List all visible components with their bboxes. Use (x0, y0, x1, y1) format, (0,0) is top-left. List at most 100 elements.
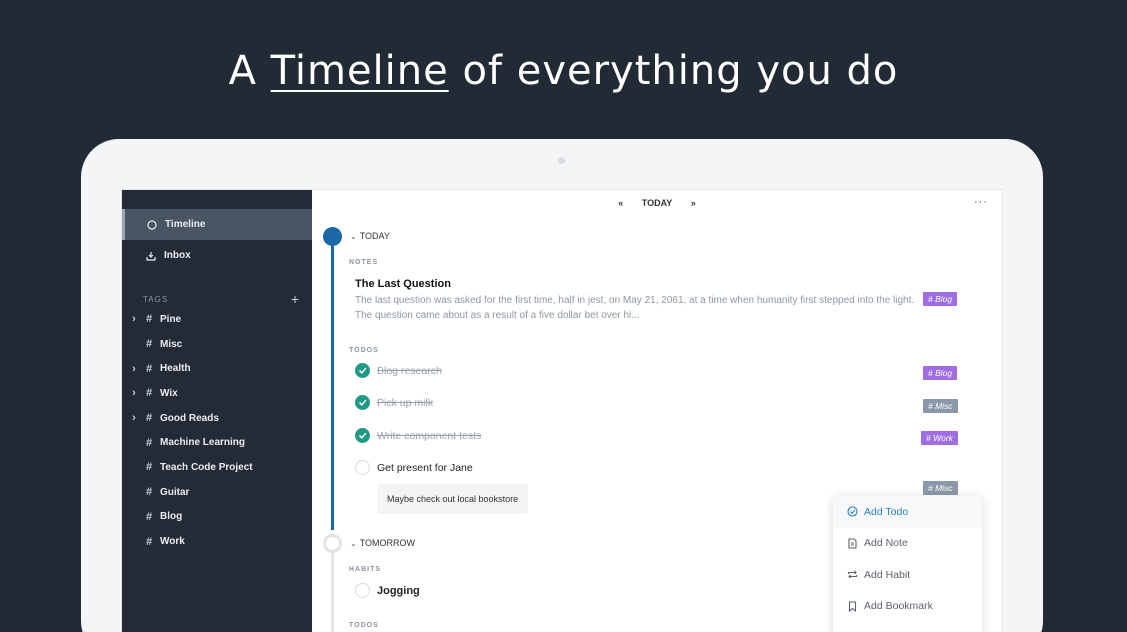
note-title[interactable]: The Last Question (355, 278, 451, 290)
tag-label: Guitar (160, 486, 190, 498)
note-body: The last question was asked for the firs… (355, 295, 915, 321)
nav-label: Inbox (164, 250, 191, 261)
todo-item[interactable]: Blog research (355, 363, 442, 378)
hash-icon: # (146, 510, 153, 523)
sidebar-tag-item[interactable]: › # Good Reads (122, 406, 312, 431)
chevron-right-icon[interactable]: › (122, 313, 146, 325)
tag-label: Blog (160, 511, 183, 523)
todo-tag-badge[interactable]: # Blog (923, 366, 958, 380)
checkmark-icon[interactable] (355, 428, 370, 443)
tag-label: Teach Code Project (160, 461, 253, 473)
day-label: TOMORROW (359, 538, 416, 548)
sidebar-tag-item[interactable]: # Guitar (122, 480, 312, 505)
hash-icon: # (146, 461, 153, 474)
tag-label: Good Reads (160, 412, 219, 424)
day-label: TODAY (359, 231, 390, 241)
chevron-right-icon[interactable]: › (122, 387, 146, 399)
date-navigator: « TODAY » (312, 198, 1002, 212)
hash-icon: # (146, 436, 153, 449)
camera-dot (558, 157, 565, 164)
app-screen: Timeline Inbox TAGS + › # Pine # Misc › # Healt… (121, 189, 1003, 632)
todos-header-tomorrow: TODOS (349, 622, 379, 629)
sidebar-tag-item[interactable]: # Misc (122, 332, 312, 357)
todo-tag-badge[interactable]: # Work (921, 431, 958, 445)
hash-icon: # (146, 535, 153, 548)
chevron-down-icon: ⌄ (350, 538, 357, 548)
hero-prefix: A (228, 48, 271, 94)
todos-header: TODOS (349, 347, 379, 354)
add-note-menu-item[interactable]: Add Note (833, 528, 982, 560)
checkmark-icon[interactable] (355, 363, 370, 378)
nav-item-inbox[interactable]: Inbox (122, 240, 312, 271)
hash-icon: # (146, 486, 153, 499)
tag-label: Wix (160, 387, 178, 399)
hash-icon: # (146, 412, 153, 425)
todo-tag-badge[interactable]: # Misc (923, 481, 958, 495)
todo-text: Pick up milk (377, 396, 434, 409)
hash-icon: # (146, 387, 153, 400)
chevron-right-icon[interactable]: › (122, 363, 146, 375)
hash-icon: # (146, 362, 153, 375)
tag-label: Pine (160, 313, 182, 325)
document-icon (846, 537, 858, 549)
add-menu: Add Todo Add Note Add Habit Add Bookmark (833, 496, 982, 632)
menu-label: Add Habit (864, 568, 911, 581)
habit-item[interactable]: Jogging (355, 583, 420, 598)
habit-text: Jogging (377, 584, 420, 597)
sidebar-tag-item[interactable]: # Machine Learning (122, 430, 312, 455)
bookmark-icon (846, 600, 858, 612)
add-todo-menu-item[interactable]: Add Todo (833, 496, 982, 528)
tags-header: TAGS + (122, 291, 312, 307)
menu-label: Add Todo (864, 505, 909, 518)
more-options-icon[interactable]: ··· (974, 196, 988, 208)
current-date-label[interactable]: TODAY (642, 198, 673, 208)
todo-text: Blog research (377, 364, 442, 377)
hero-heading: A Timeline of everything you do (0, 48, 1127, 94)
sidebar: Timeline Inbox TAGS + › # Pine # Misc › # Healt… (122, 190, 312, 632)
todo-tag-badge[interactable]: # Misc (923, 399, 958, 413)
circle-icon (145, 219, 159, 230)
todo-subnote[interactable]: Maybe check out local bookstore (377, 484, 529, 514)
sidebar-tag-item[interactable]: › # Health (122, 356, 312, 381)
habits-header: HABITS (349, 566, 382, 573)
menu-label: Add Note (864, 537, 908, 550)
todo-item[interactable]: Write component tests (355, 428, 481, 443)
timeline-line-tomorrow (331, 552, 334, 632)
day-header-today[interactable]: ⌄ TODAY (350, 231, 390, 241)
nav-item-timeline[interactable]: Timeline (122, 209, 312, 240)
tag-label: Machine Learning (160, 437, 246, 449)
timeline-line-today (331, 244, 334, 530)
repeat-icon (846, 569, 858, 581)
hash-icon: # (146, 338, 153, 351)
hash-icon: # (146, 313, 153, 326)
checkbox-circle-icon[interactable] (355, 460, 370, 475)
inbox-icon (144, 251, 158, 261)
tag-label: Misc (160, 338, 183, 350)
chevron-right-icon[interactable]: › (122, 412, 146, 424)
prev-day-button[interactable]: « (618, 198, 623, 208)
note-tag-badge[interactable]: # Blog (923, 292, 958, 306)
add-habit-menu-item[interactable]: Add Habit (833, 559, 982, 591)
todo-text: Get present for Jane (377, 461, 473, 474)
tags-header-label: TAGS (143, 294, 169, 304)
sidebar-tag-item[interactable]: # Work (122, 529, 312, 554)
todo-item[interactable]: Pick up milk (355, 395, 433, 410)
sidebar-tag-item[interactable]: › # Wix (122, 381, 312, 406)
tag-list: › # Pine # Misc › # Health › # Wix › # Good Reads # Mac… (122, 307, 312, 554)
next-day-button[interactable]: » (691, 198, 696, 208)
checkmark-icon[interactable] (355, 395, 370, 410)
tag-label: Work (160, 536, 185, 548)
day-header-tomorrow[interactable]: ⌄ TOMORROW (350, 538, 415, 548)
sidebar-tag-item[interactable]: › # Pine (122, 307, 312, 332)
chevron-down-icon: ⌄ (350, 231, 357, 241)
add-bookmark-menu-item[interactable]: Add Bookmark (833, 591, 982, 623)
hero-suffix: of everything you do (448, 48, 899, 94)
checkbox-circle-icon[interactable] (355, 583, 370, 598)
sidebar-tag-item[interactable]: # Teach Code Project (122, 455, 312, 480)
tag-label: Health (160, 363, 191, 375)
sidebar-tag-item[interactable]: # Blog (122, 505, 312, 530)
hero-highlight: Timeline (270, 48, 449, 94)
nav-label: Timeline (165, 219, 206, 230)
add-tag-icon[interactable]: + (291, 291, 300, 307)
todo-item[interactable]: Get present for Jane (355, 460, 473, 475)
